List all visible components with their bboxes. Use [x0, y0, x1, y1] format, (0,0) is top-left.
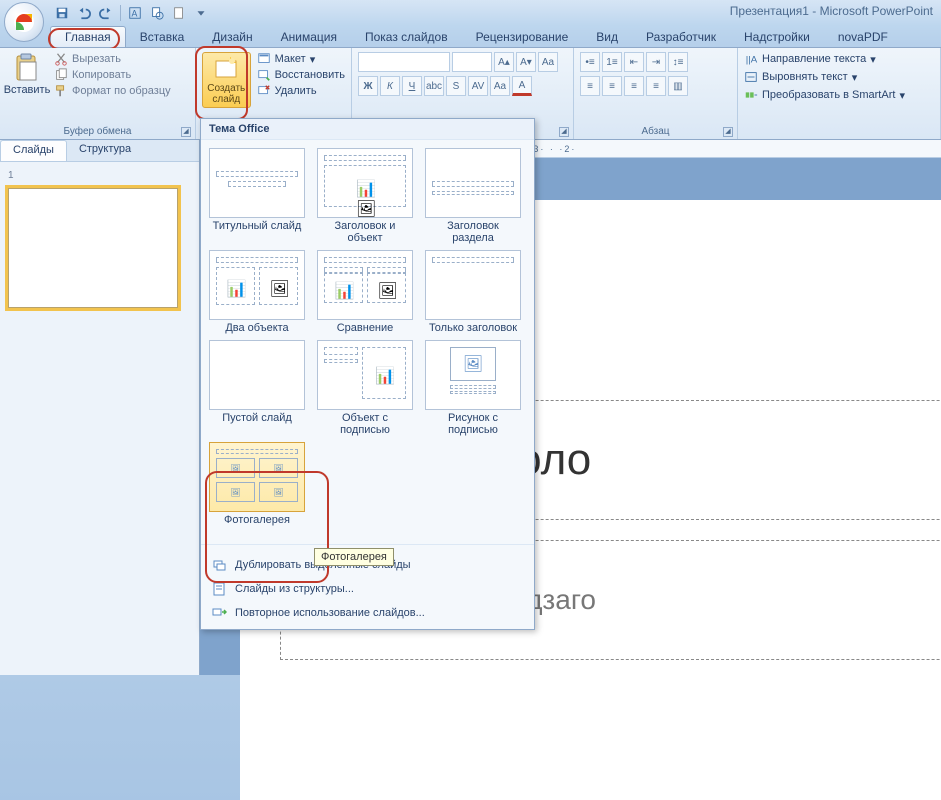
- layout-content-caption[interactable]: 📊 Объект с подписью: [317, 340, 413, 436]
- font-dialog-launcher[interactable]: ◢: [559, 127, 569, 137]
- window-title: Презентация1 - Microsoft PowerPoint: [730, 4, 933, 18]
- align-text-button[interactable]: Выровнять текст ▾: [744, 70, 934, 84]
- indent-inc-button[interactable]: ⇥: [646, 52, 666, 72]
- char-spacing-button[interactable]: AV: [468, 76, 488, 96]
- office-button[interactable]: [4, 2, 44, 42]
- tab-review[interactable]: Рецензирование: [462, 27, 583, 47]
- tab-animation[interactable]: Анимация: [267, 27, 351, 47]
- group-textdir: ||AНаправление текста ▾ Выровнять текст …: [738, 48, 941, 139]
- tab-insert[interactable]: Вставка: [126, 27, 199, 47]
- qat-new-icon[interactable]: [171, 5, 187, 21]
- menu-slides-from-outline[interactable]: Слайды из структуры...: [201, 577, 534, 601]
- slides-pane: Слайды Структура 1: [0, 140, 200, 675]
- new-slide-label: Создать слайд: [205, 83, 248, 105]
- layout-title-slide[interactable]: Титульный слайд: [209, 148, 305, 244]
- thumb-number: 1: [8, 170, 18, 181]
- qat-separator: [120, 5, 121, 21]
- gallery-header: Тема Office: [201, 119, 534, 140]
- svg-text:A: A: [132, 9, 138, 19]
- save-icon[interactable]: [54, 5, 70, 21]
- convert-smartart-button[interactable]: Преобразовать в SmartArt ▾: [744, 88, 934, 102]
- paste-button[interactable]: Вставить: [6, 52, 48, 98]
- ribbon-tabs: Главная Вставка Дизайн Анимация Показ сл…: [0, 26, 941, 48]
- pane-tab-slides[interactable]: Слайды: [0, 140, 67, 161]
- align-center-button[interactable]: ≡: [602, 76, 622, 96]
- layout-blank[interactable]: Пустой слайд: [209, 340, 305, 436]
- layout-title-only[interactable]: Только заголовок: [425, 250, 521, 334]
- group-clipboard: Вставить Вырезать Копировать Формат по о…: [0, 48, 196, 139]
- columns-button[interactable]: ▥: [668, 76, 688, 96]
- tab-design[interactable]: Дизайн: [198, 27, 266, 47]
- tab-developer[interactable]: Разработчик: [632, 27, 730, 47]
- layout-two-content[interactable]: 📊🖼 Два объекта: [209, 250, 305, 334]
- decrease-font-button[interactable]: A▾: [516, 52, 536, 72]
- numbering-button[interactable]: 1≡: [602, 52, 622, 72]
- pane-tab-outline[interactable]: Структура: [67, 140, 143, 161]
- new-slide-button[interactable]: Создать слайд: [202, 52, 251, 108]
- layout-comparison[interactable]: 📊🖼 Сравнение: [317, 250, 413, 334]
- shadow-button[interactable]: S: [446, 76, 466, 96]
- tab-view[interactable]: Вид: [582, 27, 632, 47]
- group-label-textdir: [744, 135, 934, 137]
- qat-customize-icon[interactable]: [193, 5, 209, 21]
- cut-button[interactable]: Вырезать: [54, 52, 171, 66]
- group-paragraph: •≡ 1≡ ⇤ ⇥ ↕≡ ≡ ≡ ≡ ≡ ▥ Абзац◢: [574, 48, 738, 139]
- redo-icon[interactable]: [98, 5, 114, 21]
- layout-section-header[interactable]: Заголовок раздела: [425, 148, 521, 244]
- group-label-paragraph: Абзац◢: [580, 124, 731, 137]
- svg-text:||A: ||A: [746, 55, 758, 66]
- title-bar: A Презентация1 - Microsoft PowerPoint: [0, 0, 941, 26]
- tab-home[interactable]: Главная: [50, 26, 126, 47]
- indent-dec-button[interactable]: ⇤: [624, 52, 644, 72]
- delete-button[interactable]: Удалить: [257, 84, 345, 98]
- bullets-button[interactable]: •≡: [580, 52, 600, 72]
- font-size-input[interactable]: [452, 52, 492, 72]
- paste-label: Вставить: [4, 84, 51, 96]
- layout-photo-gallery[interactable]: 🖼🖼🖼🖼 Фотогалерея: [209, 442, 305, 526]
- font-name-input[interactable]: [358, 52, 450, 72]
- tab-slideshow[interactable]: Показ слайдов: [351, 27, 462, 47]
- layout-picture-caption[interactable]: 🖼 Рисунок с подписью: [425, 340, 521, 436]
- font-color-button[interactable]: A: [512, 76, 532, 96]
- tab-novapdf[interactable]: novaPDF: [824, 27, 902, 47]
- change-case-button[interactable]: Aa: [490, 76, 510, 96]
- clipboard-dialog-launcher[interactable]: ◢: [181, 127, 191, 137]
- align-left-button[interactable]: ≡: [580, 76, 600, 96]
- quick-access-toolbar: A: [54, 5, 209, 21]
- text-direction-button[interactable]: ||AНаправление текста ▾: [744, 52, 934, 66]
- increase-font-button[interactable]: A▴: [494, 52, 514, 72]
- tooltip-photo-gallery: Фотогалерея: [314, 548, 394, 566]
- justify-button[interactable]: ≡: [646, 76, 666, 96]
- qat-print-preview-icon[interactable]: [149, 5, 165, 21]
- qat-textbox-icon[interactable]: A: [127, 5, 143, 21]
- line-spacing-button[interactable]: ↕≡: [668, 52, 688, 72]
- underline-button[interactable]: Ч: [402, 76, 422, 96]
- align-right-button[interactable]: ≡: [624, 76, 644, 96]
- clear-format-button[interactable]: Aa: [538, 52, 558, 72]
- layout-button[interactable]: Макет ▾: [257, 52, 345, 66]
- strike-button[interactable]: abc: [424, 76, 444, 96]
- copy-button[interactable]: Копировать: [54, 68, 171, 82]
- italic-button[interactable]: К: [380, 76, 400, 96]
- reset-button[interactable]: Восстановить: [257, 68, 345, 82]
- format-painter-button[interactable]: Формат по образцу: [54, 84, 171, 98]
- layout-title-content[interactable]: 📊🖼 Заголовок и объект: [317, 148, 413, 244]
- menu-reuse-slides[interactable]: Повторное использование слайдов...: [201, 601, 534, 625]
- tab-addins[interactable]: Надстройки: [730, 27, 824, 47]
- bold-button[interactable]: Ж: [358, 76, 378, 96]
- undo-icon[interactable]: [76, 5, 92, 21]
- group-label-clipboard: Буфер обмена◢: [6, 124, 189, 137]
- para-dialog-launcher[interactable]: ◢: [723, 127, 733, 137]
- slide-thumbnail-1[interactable]: [8, 188, 178, 308]
